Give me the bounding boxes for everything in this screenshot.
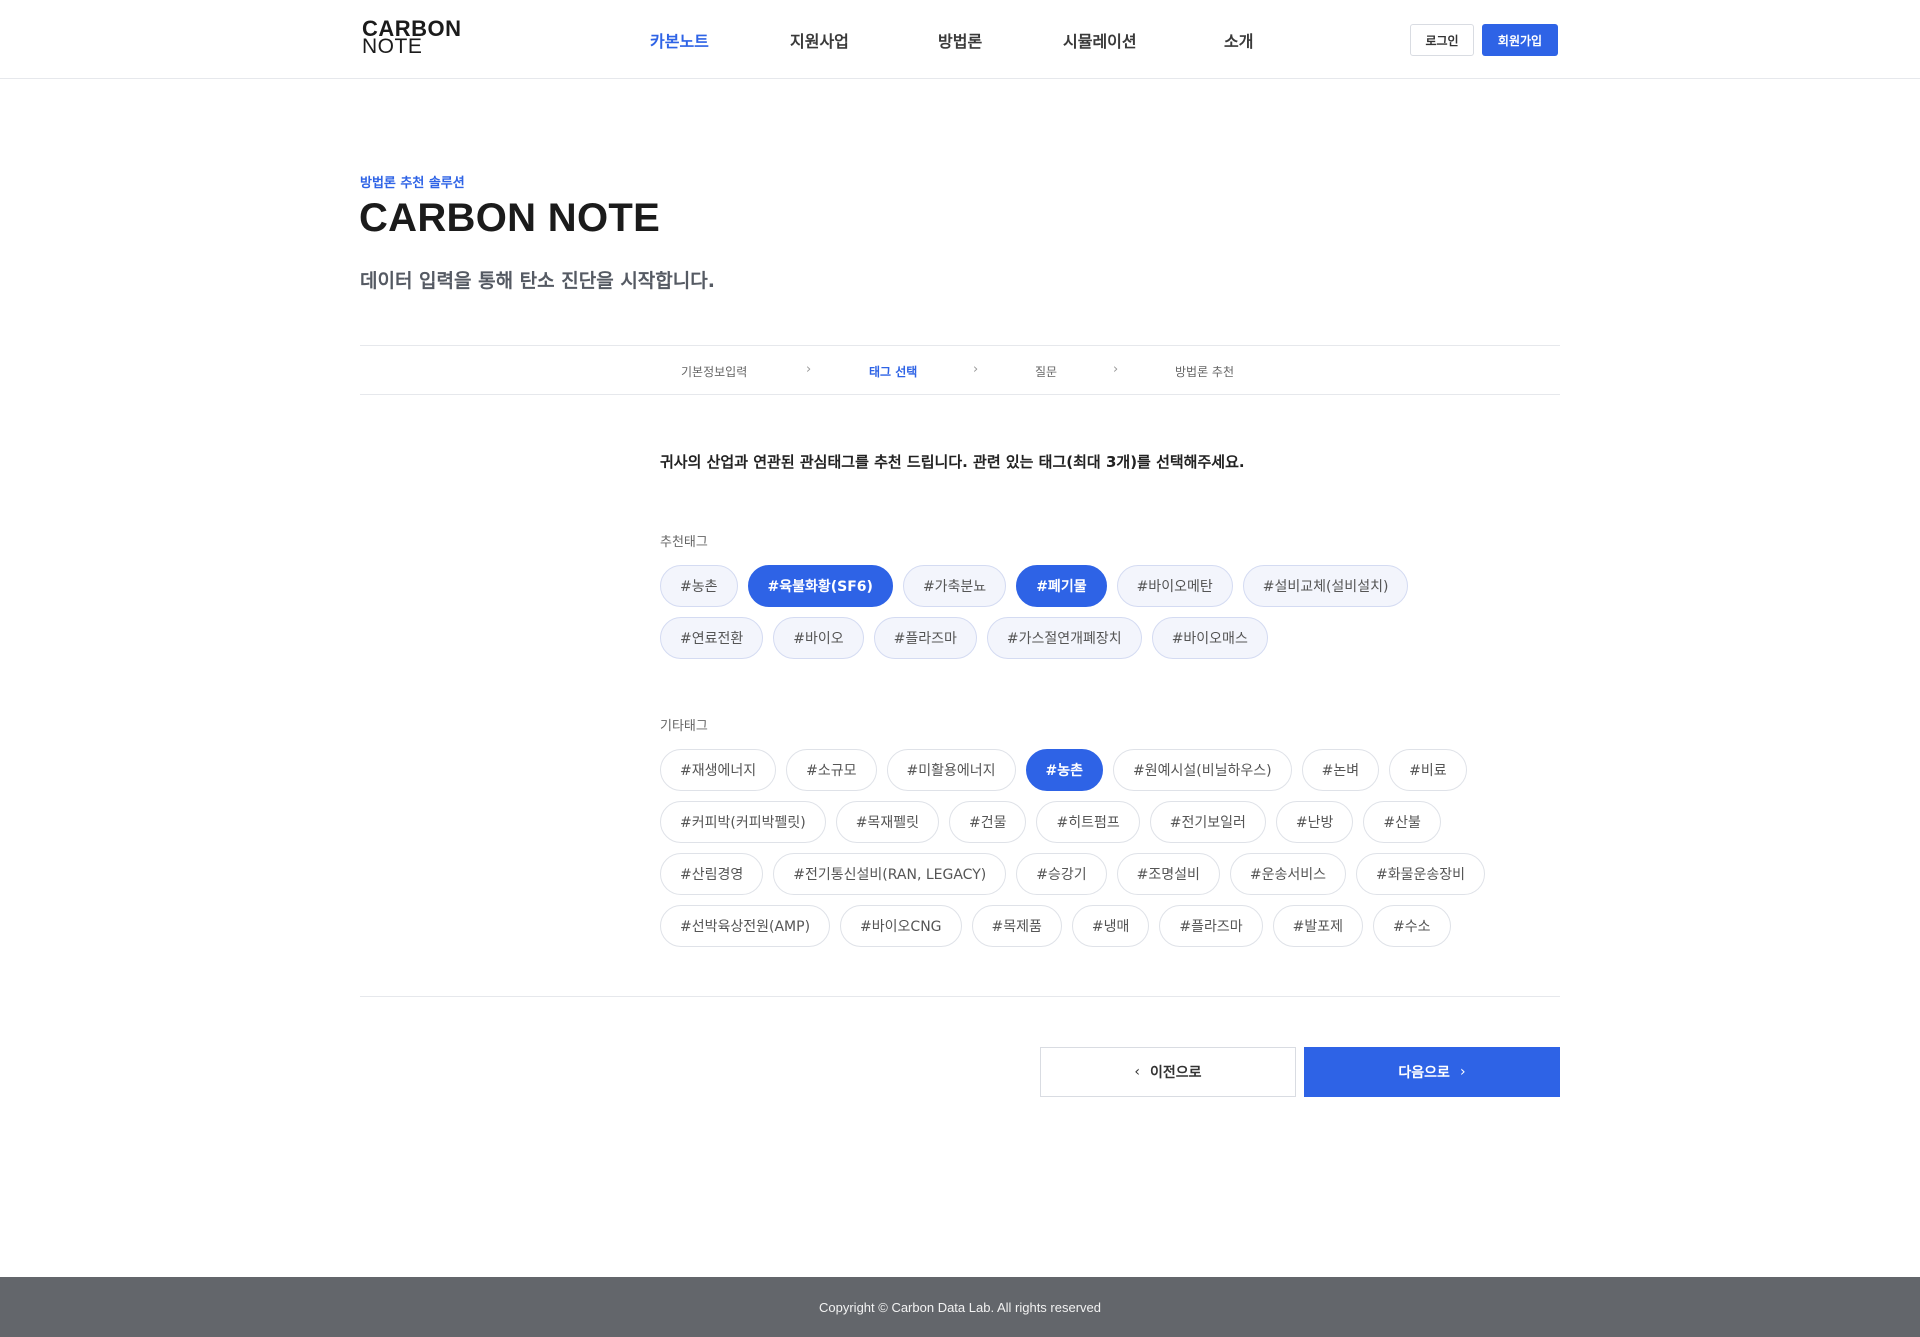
step-basic-info: 기본정보입력 <box>681 365 748 379</box>
tag[interactable]: #산불 <box>1363 801 1441 843</box>
tag[interactable]: #소규모 <box>786 749 877 791</box>
tag[interactable]: #바이오CNG <box>840 905 962 947</box>
copyright-text: Copyright © Carbon Data Lab. All rights … <box>819 1299 1101 1315</box>
next-button-label: 다음으로 <box>1398 1065 1450 1081</box>
nav-item-carbonnote[interactable]: 카본노트 <box>650 28 709 52</box>
tag-row: #산림경영 #전기통신설비(RAN, LEGACY) #승강기 #조명설비 #운… <box>660 853 1560 895</box>
page-subtitle: 데이터 입력을 통해 탄소 진단을 시작합니다. <box>360 270 715 292</box>
other-tags-label: 기타태그 <box>660 719 708 734</box>
tag[interactable]: #발포제 <box>1272 905 1364 947</box>
tag[interactable]: #승강기 <box>1016 853 1107 895</box>
tag-selected[interactable]: #농촌 <box>1025 749 1104 791</box>
tag[interactable]: #전기통신설비(RAN, LEGACY) <box>773 853 1007 895</box>
tag[interactable]: #비료 <box>1389 749 1467 791</box>
tag[interactable]: #건물 <box>948 801 1027 843</box>
tag-row: #선박육상전원(AMP) #바이오CNG #목제품 #냉매 #플라즈마 #발포제… <box>660 905 1560 947</box>
recommended-tags-label: 추천태그 <box>660 535 708 550</box>
tag[interactable]: #냉매 <box>1071 905 1150 947</box>
tag[interactable]: #바이오 <box>773 617 864 659</box>
tag-selected[interactable]: #육불화황(SF6) <box>747 565 893 607</box>
tag[interactable]: #수소 <box>1373 905 1451 947</box>
prev-button[interactable]: ‹ 이전으로 <box>1040 1047 1296 1097</box>
chevron-right-icon: › <box>1113 362 1119 377</box>
tag[interactable]: #연료전환 <box>660 617 764 659</box>
tag[interactable]: #화물운송장비 <box>1356 853 1486 895</box>
chevron-left-icon: ‹ <box>1134 1064 1141 1080</box>
tag[interactable]: #히트펌프 <box>1036 801 1140 843</box>
tag[interactable]: #농촌 <box>660 565 738 607</box>
tag[interactable]: #설비교체(설비설치) <box>1242 565 1409 607</box>
tag[interactable]: #목재펠릿 <box>835 801 939 843</box>
tag[interactable]: #바이오메탄 <box>1116 565 1233 607</box>
tag[interactable]: #가축분뇨 <box>902 565 1007 607</box>
tag[interactable]: #원예시설(비닐하우스) <box>1113 749 1292 791</box>
nav-item-about[interactable]: 소개 <box>1224 28 1253 52</box>
tag[interactable]: #운송서비스 <box>1229 853 1346 895</box>
site-header: CARBON NOTE 카본노트 지원사업 방법론 시뮬레이션 소개 로그인 회… <box>0 0 1920 79</box>
tag[interactable]: #논벼 <box>1301 749 1380 791</box>
login-button[interactable]: 로그인 <box>1410 24 1474 56</box>
tag[interactable]: #조명설비 <box>1116 853 1220 895</box>
tag[interactable]: #선박육상전원(AMP) <box>660 905 831 947</box>
tag[interactable]: #산림경영 <box>660 853 764 895</box>
tag[interactable]: #난방 <box>1275 801 1354 843</box>
chevron-right-icon: › <box>1459 1064 1466 1080</box>
step-tag-select: 태그 선택 <box>869 365 918 379</box>
next-button[interactable]: 다음으로 › <box>1304 1047 1560 1097</box>
step-questions: 질문 <box>1035 365 1058 379</box>
tag[interactable]: #전기보일러 <box>1149 801 1266 843</box>
tag[interactable]: #재생에너지 <box>660 749 777 791</box>
divider <box>360 996 1560 997</box>
tag-row: #커피박(커피박펠릿) #목재펠릿 #건물 #히트펌프 #전기보일러 #난방 #… <box>660 801 1560 843</box>
join-button[interactable]: 회원가입 <box>1482 24 1558 56</box>
nav-item-simulation[interactable]: 시뮬레이션 <box>1063 28 1137 52</box>
page-title: CARBON NOTE <box>359 196 661 240</box>
eyebrow-text: 방법론 추천 솔루션 <box>360 176 465 191</box>
tag[interactable]: #커피박(커피박펠릿) <box>660 801 826 843</box>
tag[interactable]: #가스절연개폐장치 <box>986 617 1142 659</box>
tag[interactable]: #목제품 <box>971 905 1062 947</box>
other-tags: #재생에너지 #소규모 #미활용에너지 #농촌 #원예시설(비닐하우스) #논벼… <box>660 749 1560 957</box>
step-recommendation: 방법론 추천 <box>1175 365 1235 379</box>
tag-row: #재생에너지 #소규모 #미활용에너지 #농촌 #원예시설(비닐하우스) #논벼… <box>660 749 1560 791</box>
footer: Copyright © Carbon Data Lab. All rights … <box>0 1277 1920 1337</box>
logo[interactable]: CARBON NOTE <box>362 18 462 58</box>
nav-item-methodology[interactable]: 방법론 <box>938 28 982 52</box>
instruction-text: 귀사의 산업과 연관된 관심태그를 추천 드립니다. 관련 있는 태그(최대 3… <box>660 453 1245 471</box>
tag-row: #연료전환 #바이오 #플라즈마 #가스절연개폐장치 #바이오매스 <box>660 617 1520 659</box>
nav-item-support[interactable]: 지원사업 <box>790 28 849 52</box>
recommended-tags: #농촌 #육불화황(SF6) #가축분뇨 #폐기물 #바이오메탄 #설비교체(설… <box>660 565 1520 669</box>
tag[interactable]: #미활용에너지 <box>886 749 1016 791</box>
step-indicator: 기본정보입력 › 태그 선택 › 질문 › 방법론 추천 <box>360 345 1560 395</box>
tag[interactable]: #플라즈마 <box>1159 905 1263 947</box>
tag[interactable]: #바이오매스 <box>1151 617 1268 659</box>
chevron-right-icon: › <box>973 362 979 377</box>
prev-button-label: 이전으로 <box>1150 1065 1202 1081</box>
chevron-right-icon: › <box>806 362 812 377</box>
tag-selected[interactable]: #폐기물 <box>1016 565 1107 607</box>
tag[interactable]: #플라즈마 <box>873 617 977 659</box>
tag-row: #농촌 #육불화황(SF6) #가축분뇨 #폐기물 #바이오메탄 #설비교체(설… <box>660 565 1520 607</box>
